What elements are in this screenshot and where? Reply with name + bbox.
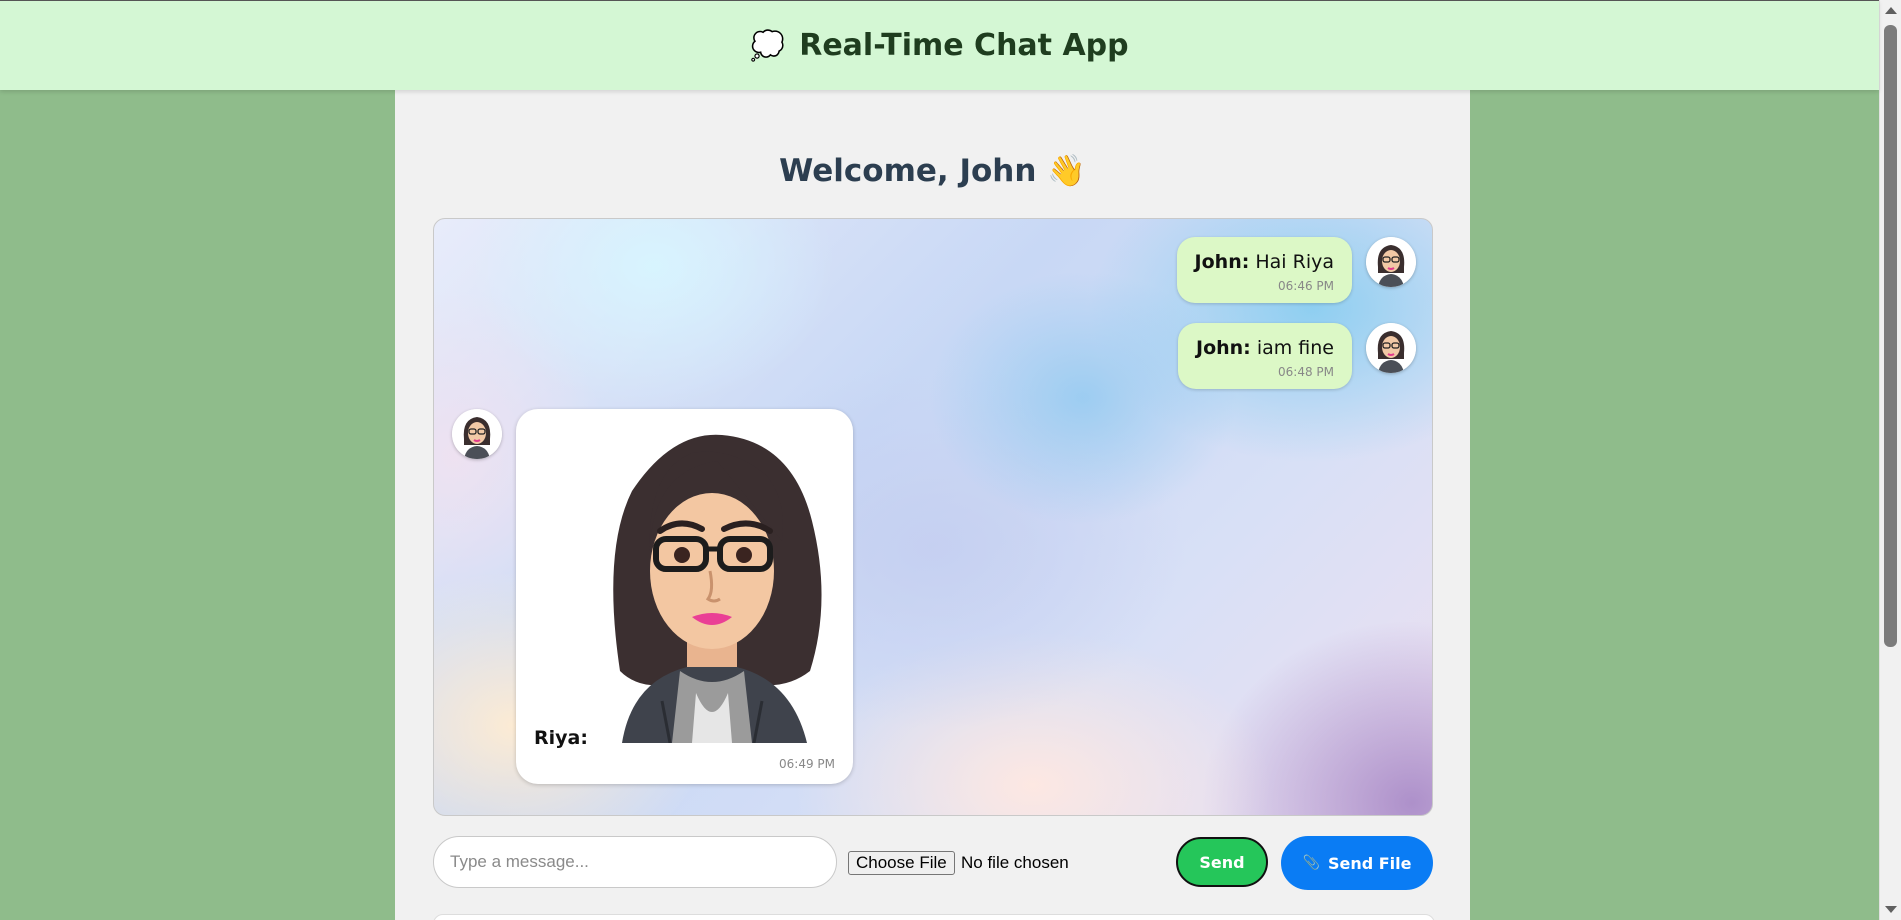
message-text: Hai Riya — [1255, 251, 1334, 273]
welcome-heading: Welcome, John 👋 — [779, 153, 1086, 189]
message-bubble: John: iam fine 06:48 PM — [1178, 323, 1352, 389]
chat-panel: Welcome, John 👋 John: Hai Riya 06:46 PM — [395, 90, 1470, 920]
vertical-scrollbar[interactable] — [1879, 0, 1901, 920]
app-title: Real-Time Chat App — [799, 28, 1129, 63]
shared-image[interactable] — [592, 431, 832, 743]
next-section-edge — [433, 914, 1435, 920]
message-time: 06:46 PM — [1278, 279, 1334, 293]
paperclip-icon: 📎 — [1302, 855, 1320, 871]
choose-file-button[interactable]: Choose File — [848, 851, 955, 875]
message-sender: Riya: — [534, 727, 588, 749]
message-time: 06:49 PM — [779, 757, 835, 771]
message-row-outgoing: John: iam fine 06:48 PM — [1178, 323, 1416, 389]
message-bubble: John: Hai Riya 06:46 PM — [1176, 237, 1352, 303]
chat-messages-area[interactable]: John: Hai Riya 06:46 PM John: iam fine 0… — [433, 218, 1433, 816]
avatar-image — [1366, 237, 1416, 287]
send-file-button[interactable]: 📎 Send File — [1281, 836, 1433, 890]
avatar-image — [452, 409, 502, 459]
message-row-outgoing: John: Hai Riya 06:46 PM — [1176, 237, 1416, 303]
app-header: 💭 Real-Time Chat App — [0, 0, 1879, 90]
send-file-label: Send File — [1327, 853, 1412, 873]
file-status-text: No file chosen — [961, 853, 1069, 872]
message-sender: John: — [1194, 251, 1250, 273]
scroll-up-arrow-icon[interactable] — [1885, 7, 1897, 14]
avatar-image — [1366, 323, 1416, 373]
avatar — [1366, 323, 1416, 373]
message-sender: John: — [1196, 337, 1251, 359]
message-text: iam fine — [1256, 337, 1334, 359]
avatar — [452, 409, 502, 459]
message-bubble-image: Riya: 06:49 PM — [516, 409, 853, 784]
message-time: 06:48 PM — [1278, 365, 1334, 379]
avatar-image-large — [613, 434, 822, 743]
message-composer: Choose File No file chosen Send 📎 Send F… — [433, 836, 1433, 890]
speech-bubble-icon: 💭 — [750, 29, 786, 62]
send-button[interactable]: Send — [1176, 837, 1268, 887]
scroll-down-arrow-icon[interactable] — [1885, 906, 1897, 913]
message-row-incoming: Riya: 06:49 PM — [452, 409, 853, 784]
avatar — [1366, 237, 1416, 287]
message-input[interactable] — [433, 836, 837, 888]
scrollbar-thumb[interactable] — [1884, 25, 1897, 647]
